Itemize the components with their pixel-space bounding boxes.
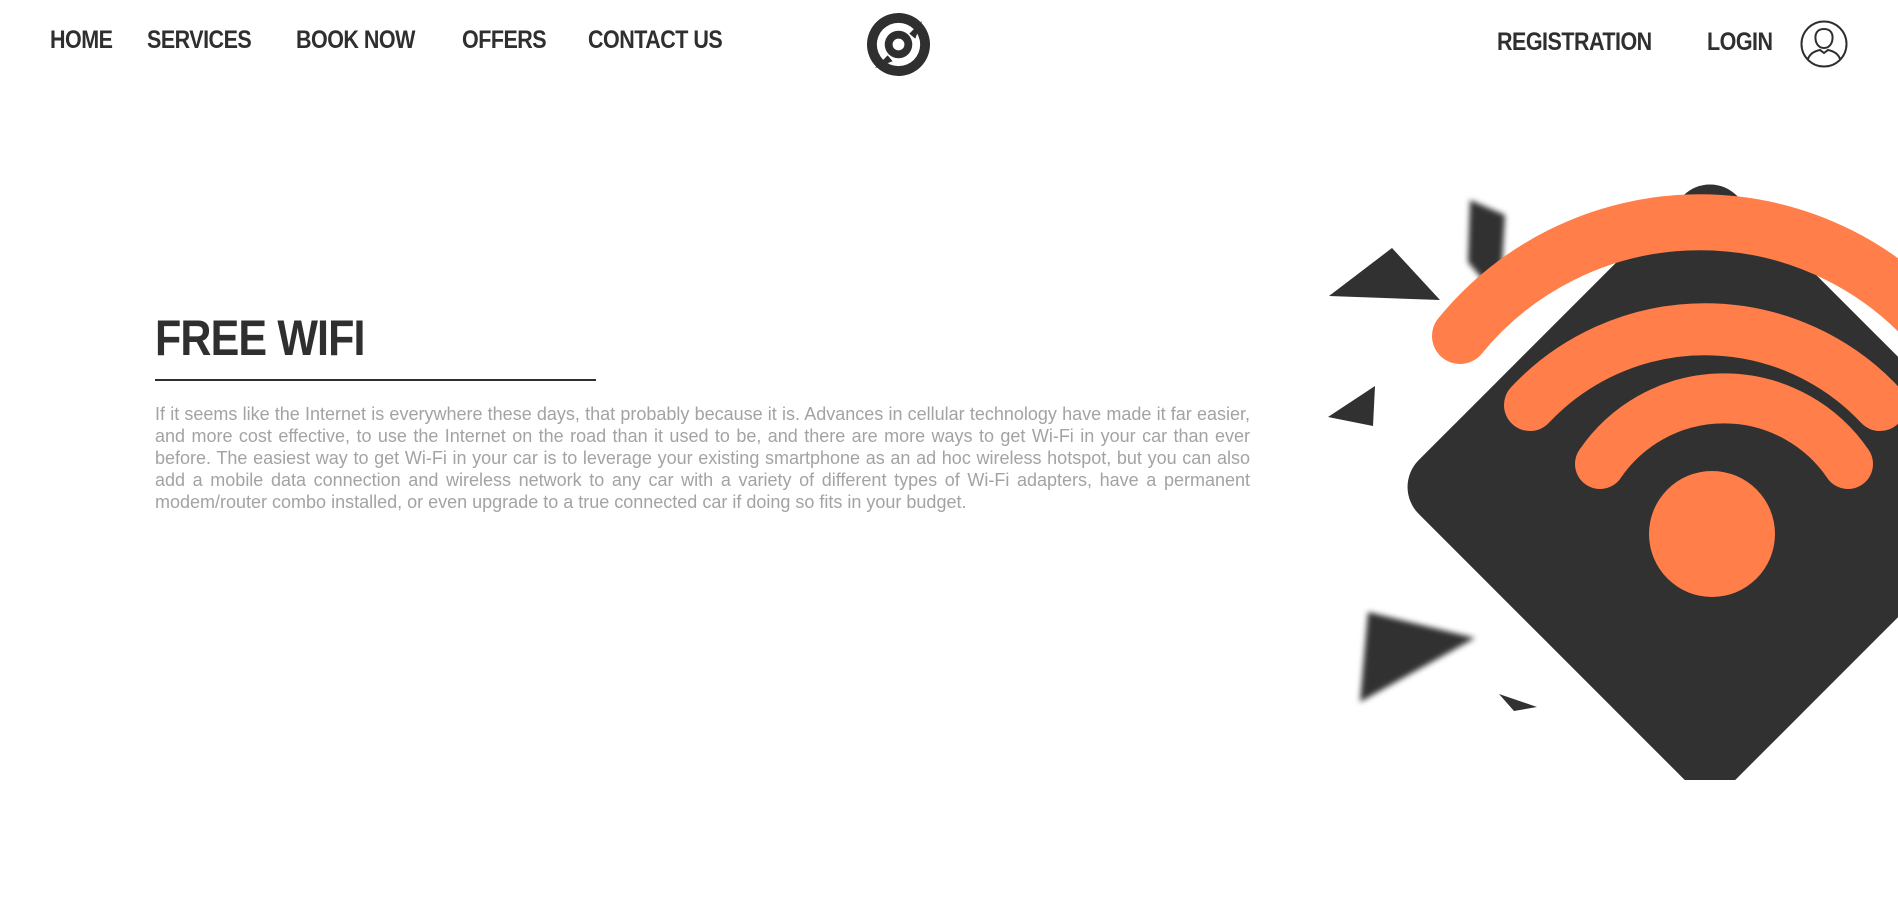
nav-contact-us-link[interactable]: CONTACT US (588, 26, 723, 55)
wifi-illustration (1328, 184, 1898, 780)
main-nav: HOME SERVICES BOOK NOW OFFERS CONTACT US (50, 26, 772, 55)
shard-decoration (1499, 694, 1537, 711)
user-icon[interactable] (1800, 20, 1848, 68)
nav-home-link[interactable]: HOME (50, 26, 113, 55)
nav-services-link[interactable]: SERVICES (147, 26, 252, 55)
shard-decoration (1328, 386, 1375, 426)
account-nav: REGISTRATION LOGIN (1497, 28, 1783, 57)
page-title: FREE WIFI (155, 310, 365, 366)
target-logo-icon[interactable] (866, 12, 931, 77)
title-divider (155, 379, 596, 381)
wifi-dot (1649, 471, 1775, 597)
nav-login-link[interactable]: LOGIN (1707, 28, 1773, 57)
intro-paragraph: If it seems like the Internet is everywh… (155, 404, 1250, 512)
shard-decoration (1360, 612, 1475, 702)
nav-registration-link[interactable]: REGISTRATION (1497, 28, 1652, 57)
nav-book-now-link[interactable]: BOOK NOW (296, 26, 415, 55)
shard-decoration (1329, 248, 1440, 300)
main-content: FREE WIFI If it seems like the Internet … (155, 308, 1250, 513)
nav-offers-link[interactable]: OFFERS (462, 26, 547, 55)
site-header: HOME SERVICES BOOK NOW OFFERS CONTACT US… (0, 0, 1898, 88)
